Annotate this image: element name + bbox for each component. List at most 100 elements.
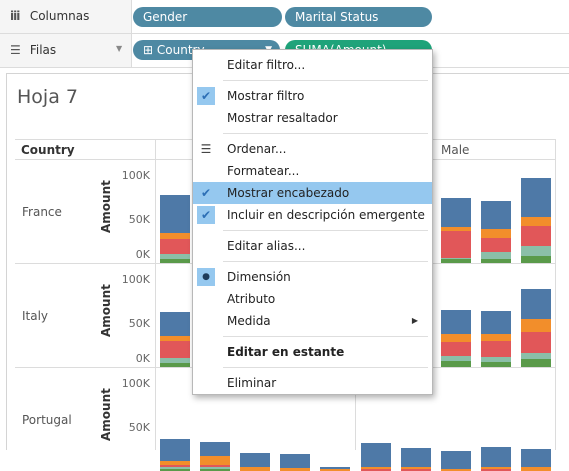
bar-segment-portugal[interactable] [240, 467, 270, 471]
bar-segment-italy[interactable] [481, 310, 511, 334]
bar-segment-italy[interactable] [521, 288, 551, 319]
menu-item-show-header[interactable]: ✔ Mostrar encabezado [193, 182, 432, 204]
columns-shelf-label: iii Columnas [10, 9, 90, 23]
bar-segment-italy[interactable] [160, 312, 190, 337]
bar-segment-italy[interactable] [441, 333, 471, 343]
country-label-italy[interactable]: Italy [22, 309, 48, 323]
bar-segment-italy[interactable] [441, 342, 471, 357]
bar-segment-italy[interactable] [441, 356, 471, 361]
bar-segment-france[interactable] [160, 195, 190, 234]
chevron-down-icon[interactable]: ▼ [116, 44, 122, 53]
bar-segment-portugal[interactable] [441, 450, 471, 470]
y-tick-label: 100K [121, 273, 150, 286]
menu-item-measure[interactable]: Medida ▶ [193, 310, 432, 332]
menu-item-sort[interactable]: ☰ Ordenar... [193, 138, 432, 160]
bar-segment-portugal[interactable] [160, 467, 190, 470]
bar-segment-portugal[interactable] [521, 449, 551, 467]
sheet-title: Hoja 7 [17, 86, 78, 108]
bar-segment-france[interactable] [481, 251, 511, 260]
country-label-france[interactable]: France [22, 205, 62, 219]
bar-segment-portugal[interactable] [361, 466, 391, 470]
bar-segment-portugal[interactable] [200, 464, 230, 468]
bar-segment-portugal[interactable] [481, 466, 511, 470]
menu-item-edit-filter[interactable]: Editar filtro... [193, 54, 432, 76]
menu-item-show-filter[interactable]: ✔ Mostrar filtro [193, 85, 432, 107]
bar-segment-portugal[interactable] [200, 456, 230, 465]
column-divider [155, 139, 156, 450]
bar-segment-france[interactable] [441, 226, 471, 232]
bar-segment-italy[interactable] [481, 341, 511, 358]
bar-segment-portugal[interactable] [521, 466, 551, 471]
bar-segment-portugal[interactable] [401, 448, 431, 468]
bar-segment-france[interactable] [521, 177, 551, 218]
menu-item-dimension[interactable]: ● Dimensión [193, 266, 432, 288]
bar-segment-italy[interactable] [160, 362, 190, 367]
country-label-portugal[interactable]: Portugal [22, 413, 72, 427]
bar-segment-portugal[interactable] [160, 461, 190, 465]
bar-segment-france[interactable] [481, 228, 511, 239]
menu-separator [223, 367, 428, 368]
bar-segment-portugal[interactable] [280, 454, 310, 469]
bar-segment-italy[interactable] [481, 333, 511, 342]
bar-segment-italy[interactable] [441, 360, 471, 367]
bar-segment-france[interactable] [481, 259, 511, 263]
check-icon: ✔ [197, 206, 215, 224]
y-tick-label: 0K [135, 248, 150, 261]
bar-segment-portugal[interactable] [481, 447, 511, 467]
bar-segment-portugal[interactable] [401, 467, 431, 470]
bar-segment-france[interactable] [521, 226, 551, 247]
marital-status-pill[interactable]: Marital Status [285, 7, 432, 27]
menu-separator [223, 230, 428, 231]
bar-segment-france[interactable] [441, 257, 471, 260]
bar-segment-italy[interactable] [160, 340, 190, 359]
bar-segment-france[interactable] [160, 233, 190, 240]
y-tick-label: 0K [135, 352, 150, 365]
submenu-arrow-icon: ▶ [411, 316, 418, 325]
bar-segment-italy[interactable] [160, 336, 190, 341]
menu-item-edit-in-shelf[interactable]: Editar en estante [193, 341, 432, 363]
menu-item-include-tooltip[interactable]: ✔ Incluir en descripción emergente [193, 204, 432, 226]
menu-item-attribute[interactable]: Atributo [193, 288, 432, 310]
menu-item-show-highlighter[interactable]: Mostrar resaltador [193, 107, 432, 129]
gender-pill[interactable]: Gender [133, 7, 282, 27]
bar-segment-france[interactable] [441, 197, 471, 227]
bar-segment-portugal[interactable] [160, 439, 190, 462]
bar-segment-france[interactable] [160, 239, 190, 255]
bar-segment-france[interactable] [521, 217, 551, 227]
y-tick-label: 50K [128, 421, 150, 434]
bar-segment-italy[interactable] [521, 318, 551, 332]
bar-segment-france[interactable] [160, 254, 190, 260]
bar-segment-portugal[interactable] [200, 441, 230, 457]
column-header-male: Male [441, 143, 470, 157]
menu-item-remove[interactable]: Eliminar [193, 372, 432, 394]
rows-shelf-icon: ☰ [10, 43, 21, 57]
menu-item-format[interactable]: Formatear... [193, 160, 432, 182]
bar-segment-france[interactable] [521, 255, 551, 263]
sort-icon: ☰ [200, 142, 212, 156]
menu-separator [223, 336, 428, 337]
bar-segment-france[interactable] [481, 200, 511, 229]
bar-segment-portugal[interactable] [200, 467, 230, 470]
bar-segment-italy[interactable] [481, 361, 511, 367]
bar-segment-portugal[interactable] [361, 442, 391, 467]
bar-segment-france[interactable] [441, 259, 471, 263]
radio-bullet-icon: ● [197, 268, 215, 286]
bar-segment-italy[interactable] [521, 359, 551, 367]
bar-segment-portugal[interactable] [240, 452, 270, 468]
bar-segment-france[interactable] [441, 231, 471, 258]
bar-segment-portugal[interactable] [160, 464, 190, 468]
menu-item-edit-aliases[interactable]: Editar alias... [193, 235, 432, 257]
bar-segment-italy[interactable] [521, 352, 551, 360]
bar-segment-france[interactable] [521, 246, 551, 256]
check-icon: ✔ [200, 186, 212, 200]
bar-segment-italy[interactable] [441, 309, 471, 334]
check-icon: ✔ [197, 87, 215, 105]
bar-segment-france[interactable] [481, 238, 511, 252]
row-header-country[interactable]: Country [21, 143, 75, 157]
bar-segment-italy[interactable] [481, 357, 511, 362]
bar-segment-italy[interactable] [160, 358, 190, 363]
bar-segment-italy[interactable] [521, 331, 551, 353]
columns-drop-zone[interactable]: Gender Marital Status [131, 0, 569, 33]
bar-segment-france[interactable] [160, 259, 190, 263]
bar-segment-portugal[interactable] [320, 467, 350, 470]
